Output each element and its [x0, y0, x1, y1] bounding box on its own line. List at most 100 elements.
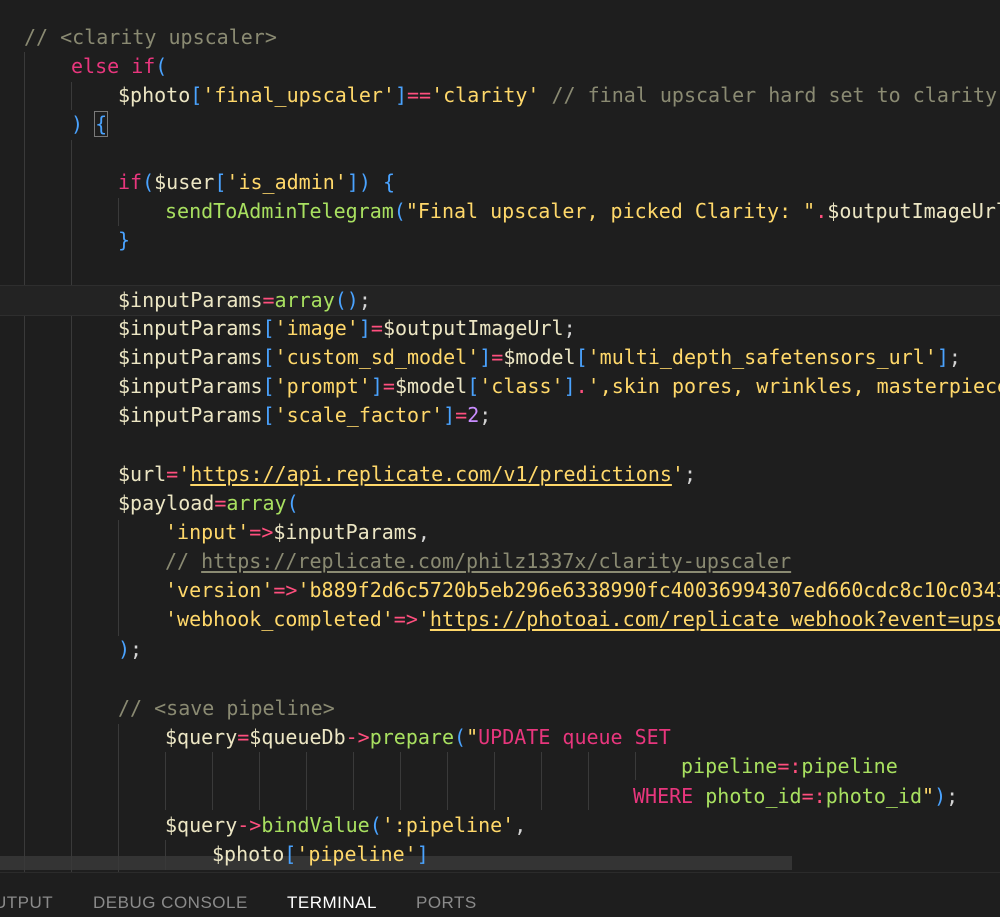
code-token: //: [165, 549, 202, 573]
code-token: if: [118, 170, 143, 194]
code-line[interactable]: 'version'=>'b889f2d6c5720b5eb296e6338990…: [165, 576, 1000, 605]
code-line[interactable]: $photo['final_upscaler']=='clarity' // f…: [118, 81, 1000, 110]
code-token: ): [358, 170, 371, 194]
code-line[interactable]: );: [118, 635, 142, 664]
code-token: ): [118, 637, 131, 661]
code-editor[interactable]: // <clarity upscaler> else if($photo['fin…: [0, 0, 1000, 872]
code-line[interactable]: ) {: [71, 110, 109, 139]
code-line[interactable]: WHERE photo_id=:photo_id");: [633, 782, 958, 811]
code-line[interactable]: $query=$queueDb->prepare("UPDATE queue S…: [165, 723, 671, 752]
indent-guide: [118, 520, 119, 636]
code-token: ,: [514, 813, 527, 837]
code-token: ): [71, 112, 84, 136]
code-token: (: [142, 170, 155, 194]
code-token: ]: [443, 403, 456, 427]
code-token: =>: [249, 520, 274, 544]
code-token: ): [934, 784, 947, 808]
code-token: =:: [777, 754, 802, 778]
tab-terminal[interactable]: TERMINAL: [287, 893, 377, 913]
code-line[interactable]: 'webhook_completed'=>'https://photoai.co…: [165, 605, 1000, 634]
code-token: prepare: [369, 725, 455, 749]
tab-output[interactable]: UTPUT: [0, 893, 53, 913]
code-token: ->: [237, 813, 262, 837]
code-token: (: [454, 725, 467, 749]
code-token: ;: [948, 345, 961, 369]
code-line[interactable]: else if(: [71, 52, 167, 81]
code-token: =: [455, 403, 468, 427]
code-line[interactable]: 'input'=>$inputParams,: [165, 518, 430, 547]
code-token: array: [274, 288, 335, 312]
code-line[interactable]: if($user['is_admin']) {: [118, 168, 395, 197]
code-token: UPDATE queue SET: [478, 725, 671, 749]
code-line[interactable]: }: [118, 226, 130, 255]
code-line[interactable]: $url='https://api.replicate.com/v1/predi…: [118, 460, 696, 489]
code-token: =: [491, 345, 504, 369]
code-token: $model: [503, 345, 576, 369]
code-token: ,: [417, 520, 430, 544]
code-token: (: [155, 54, 168, 78]
code-token: 'scale_factor': [274, 403, 444, 427]
code-token: ': [178, 462, 191, 486]
code-line[interactable]: pipeline=:pipeline: [681, 752, 898, 781]
code-token: $inputParams: [118, 288, 263, 312]
code-line[interactable]: $inputParams=array();: [0, 285, 1000, 316]
code-line[interactable]: $inputParams['scale_factor']=2;: [118, 401, 491, 430]
code-token: https://api.replicate.com/v1/predictions: [190, 462, 672, 486]
code-token: $model: [394, 374, 468, 398]
code-token: =: [382, 374, 395, 398]
code-token: .: [815, 199, 828, 223]
code-token: [: [575, 345, 588, 369]
code-token: ;: [683, 462, 696, 486]
indent-guide: [306, 752, 307, 810]
indent-guide: [353, 752, 354, 810]
code-token: 'class': [479, 374, 564, 398]
code-token: (: [393, 199, 406, 223]
code-token: ;: [358, 288, 371, 312]
code-line[interactable]: // <clarity upscaler>: [24, 23, 277, 52]
tab-ports[interactable]: PORTS: [416, 893, 477, 913]
code-token: 'version': [165, 578, 274, 602]
code-token: ': [671, 462, 684, 486]
code-token: =>: [393, 607, 418, 631]
code-line[interactable]: // <save pipeline>: [118, 694, 335, 723]
code-line[interactable]: $photo['pipeline']: [212, 840, 429, 869]
code-token: [: [284, 842, 297, 866]
code-token: "Final upscaler, picked Clarity: ": [405, 199, 816, 223]
tab-debug-console[interactable]: DEBUG CONSOLE: [93, 893, 248, 913]
code-token: ]: [358, 316, 371, 340]
code-token: $inputParams: [118, 316, 263, 340]
code-line[interactable]: $inputParams['custom_sd_model']=$model['…: [118, 343, 961, 372]
code-line[interactable]: $payload=array(: [118, 489, 299, 518]
indent-guide: [494, 752, 495, 810]
code-line[interactable]: $inputParams['prompt']=$model['class'].'…: [118, 372, 1000, 401]
indent-guide: [400, 752, 401, 810]
bottom-panel-tabs: UTPUT DEBUG CONSOLE TERMINAL PORTS: [0, 872, 1000, 917]
code-token: ]: [394, 83, 407, 107]
indent-guide: [118, 724, 119, 872]
code-token: 'final_upscaler': [202, 83, 395, 107]
code-token: [: [262, 374, 275, 398]
code-token: .: [575, 374, 588, 398]
code-token: ]: [479, 345, 492, 369]
code-token: $url: [118, 462, 167, 486]
indent-guide: [447, 752, 448, 810]
code-line[interactable]: // https://replicate.com/philz1337x/clar…: [165, 547, 791, 576]
code-token: $inputParams: [273, 520, 418, 544]
code-token: 'is_admin': [226, 170, 347, 194]
code-token: ;: [946, 784, 959, 808]
code-token: (: [286, 491, 299, 515]
code-token: https://replicate.com/philz1337x/clarity…: [201, 549, 792, 573]
code-token: // <save pipeline>: [118, 696, 335, 720]
indent-guide: [165, 752, 166, 810]
code-line[interactable]: sendToAdminTelegram("Final upscaler, pic…: [165, 197, 1000, 226]
code-token: ;: [479, 403, 492, 427]
code-token: 'webhook_completed': [165, 607, 394, 631]
code-token: 'multi_depth_safetensors_url': [587, 345, 937, 369]
code-token: photo_id: [825, 784, 923, 808]
code-line[interactable]: $inputParams['image']=$outputImageUrl;: [118, 314, 576, 343]
code-line[interactable]: $query->bindValue(':pipeline',: [165, 811, 526, 840]
indent-guide: [212, 752, 213, 810]
code-token: $payload: [118, 491, 215, 515]
code-token: sendToAdminTelegram: [165, 199, 394, 223]
